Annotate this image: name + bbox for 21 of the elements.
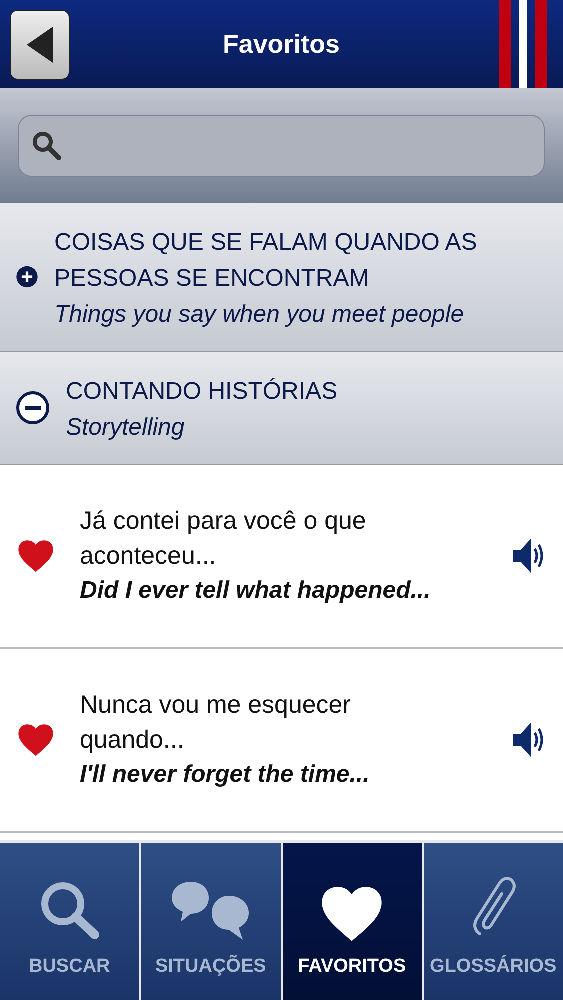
tab[interactable]: BUSCAR (0, 843, 140, 1000)
tab[interactable]: FAVORITOS (282, 843, 422, 1000)
category-subtitle: Things you say when you meet people (54, 301, 466, 329)
tab[interactable]: GLOSSÁRIOS (424, 843, 563, 1000)
category-subtitle: Storytelling (66, 414, 186, 442)
category-header[interactable]: CONTANDO HISTÓRIAS Storytelling (0, 352, 563, 465)
page-title: Favoritos (222, 28, 340, 60)
phrase-translation: I'll never forget the time... (80, 760, 371, 790)
category-header[interactable]: COISAS QUE SE FALAM QUANDO AS PESSOAS SE ENCONTRAM Things you say when you meet people (0, 203, 563, 352)
phrase-text: Já contei para você o que aconteceu... (80, 506, 368, 572)
back-arrow-icon (25, 25, 55, 65)
heart-icon (321, 886, 384, 942)
phrase-translation: Did I ever tell what happened... (80, 576, 432, 606)
back-button[interactable] (10, 10, 70, 80)
category-title: COISAS QUE SE FALAM QUANDO AS PESSOAS SE ENCONTRAM (54, 228, 478, 294)
phrase-text: Nunca vou me esquecer quando... (80, 690, 352, 756)
search-icon (31, 130, 63, 162)
tab[interactable]: SITUAÇÕES (141, 843, 280, 1000)
category-title: CONTANDO HISTÓRIAS (66, 377, 338, 407)
search-icon (38, 880, 101, 942)
search-field[interactable] (18, 114, 545, 176)
